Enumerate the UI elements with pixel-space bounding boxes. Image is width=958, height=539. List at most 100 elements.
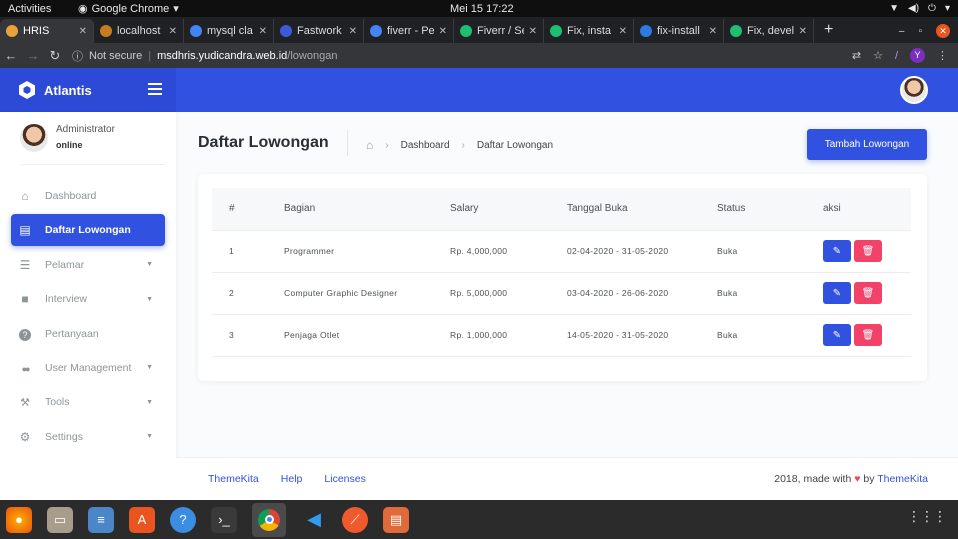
browser-tab[interactable]: localhost ✕	[94, 19, 184, 43]
footer-link-help[interactable]: Help	[281, 473, 303, 485]
chrome-icon[interactable]	[252, 502, 286, 537]
close-tab-icon[interactable]: ✕	[349, 26, 357, 37]
divider	[347, 130, 348, 156]
browser-tab[interactable]: HRIS ✕	[0, 19, 94, 43]
sidebar-user[interactable]: Administrator online	[20, 124, 115, 152]
delete-button[interactable]: 🗑	[854, 324, 882, 346]
table-cell: Rp. 5,000,000	[433, 272, 550, 315]
favicon-icon	[640, 25, 652, 37]
close-tab-icon[interactable]: ✕	[799, 26, 807, 37]
back-icon[interactable]: ←	[0, 48, 22, 63]
security-label: Not secure	[89, 49, 143, 62]
sidebar: Administrator online ⌂ Dashboard ▤ Dafta…	[0, 112, 176, 500]
edit-button[interactable]: ✎	[823, 282, 851, 304]
sidebar-item-settings[interactable]: ⚙ Settings ▼	[11, 421, 165, 453]
trash-icon: 🗑	[861, 287, 875, 299]
browser-tab[interactable]: Fastwork ✕	[274, 19, 364, 43]
vacancy-table-card: # Bagian Salary Tanggal Buka Status aksi 1 Pro…	[198, 174, 927, 381]
compass-icon[interactable]: ⟋	[342, 506, 368, 533]
edit-button[interactable]: ✎	[823, 240, 851, 262]
avatar	[20, 124, 48, 152]
delete-button[interactable]: 🗑	[854, 282, 882, 304]
close-tab-icon[interactable]: ✕	[619, 26, 627, 37]
favicon-icon	[280, 25, 292, 37]
footer-link-licenses[interactable]: Licenses	[324, 473, 365, 485]
system-top-bar: Activities ◉ Google Chrome ▾ Mei 15 17:2…	[0, 0, 958, 17]
url-field[interactable]: ⓘ Not secure | msdhris.yudicandra.web.id…	[72, 48, 337, 64]
close-tab-icon[interactable]: ✕	[169, 26, 177, 37]
clock[interactable]: Mei 15 17:22	[450, 3, 514, 15]
app-menu[interactable]: ◉ Google Chrome ▾	[78, 2, 179, 16]
sidebar-item-interview[interactable]: ■ Interview ▼	[11, 283, 165, 315]
wifi-icon: ▼	[889, 3, 900, 14]
bookmark-star-icon[interactable]: ☆	[873, 49, 883, 62]
menu-dots-icon[interactable]: ⋮	[937, 49, 948, 62]
forward-icon[interactable]: →	[22, 48, 44, 63]
home-icon[interactable]: ⌂	[366, 138, 373, 152]
breadcrumb-item[interactable]: Dashboard	[401, 140, 450, 151]
credit-text: 2018, made with	[774, 473, 852, 485]
edit-icon: ✎	[832, 245, 842, 257]
sidebar-item-tools[interactable]: ⚒ Tools ▼	[11, 386, 165, 418]
close-tab-icon[interactable]: ✕	[79, 26, 87, 37]
minimize-icon[interactable]: –	[899, 26, 905, 37]
profile-avatar[interactable]: Y	[910, 48, 925, 63]
hamburger-menu-icon[interactable]	[148, 83, 162, 95]
help-icon[interactable]: ?	[170, 506, 196, 533]
browser-tab[interactable]: Fix, insta ✕	[544, 19, 634, 43]
header-user-avatar[interactable]	[900, 76, 928, 104]
add-vacancy-button[interactable]: Tambah Lowongan	[807, 129, 927, 160]
sidebar-item-pertanyaan[interactable]: ? Pertanyaan	[11, 318, 165, 350]
list-alt-icon: ☰	[19, 257, 31, 272]
software-center-icon[interactable]: A	[129, 506, 155, 533]
browser-tab[interactable]: mysql cla ✕	[184, 19, 274, 43]
close-window-icon[interactable]: ✕	[936, 24, 950, 38]
close-tab-icon[interactable]: ✕	[709, 26, 717, 37]
square-icon: ■	[21, 292, 29, 307]
extension-pen-icon[interactable]: /	[895, 50, 898, 62]
new-tab-button[interactable]: +	[814, 21, 843, 43]
edit-icon: ✎	[832, 287, 842, 299]
files-icon[interactable]: ▭	[47, 506, 73, 533]
browser-tab[interactable]: Fix, devel ✕	[724, 19, 814, 43]
sidebar-item-label: Daftar Lowongan	[45, 224, 131, 237]
show-applications-icon[interactable]: ⋮⋮⋮	[907, 508, 947, 525]
text-editor-icon[interactable]: ≡	[88, 506, 114, 533]
edit-button[interactable]: ✎	[823, 324, 851, 346]
close-tab-icon[interactable]: ✕	[439, 26, 447, 37]
activities-button[interactable]: Activities	[8, 3, 51, 15]
browser-tab[interactable]: Fiverr / Se ✕	[454, 19, 544, 43]
close-tab-icon[interactable]: ✕	[259, 26, 267, 37]
vscode-icon[interactable]: ◀	[301, 507, 327, 533]
sidebar-item-pelamar[interactable]: ☰ Pelamar ▼	[11, 249, 165, 281]
action-cell: ✎ 🗑	[806, 272, 911, 315]
caret-down-icon: ▼	[146, 261, 153, 269]
delete-button[interactable]: 🗑	[854, 240, 882, 262]
credit-brand-link[interactable]: ThemeKita	[877, 473, 928, 485]
translate-icon[interactable]: ⇄	[852, 49, 861, 62]
edit-icon: ✎	[832, 329, 842, 341]
web-page: Atlantis Administrator online ⌂ Dashboar…	[0, 68, 958, 500]
footer-link-themekita[interactable]: ThemeKita	[208, 473, 259, 485]
browser-tab[interactable]: fix-install ✕	[634, 19, 724, 43]
restore-icon[interactable]: ▫	[918, 26, 922, 37]
heart-icon: ♥	[854, 473, 861, 485]
sidebar-item-daftar-lowongan[interactable]: ▤ Daftar Lowongan	[11, 214, 165, 247]
browser-tab[interactable]: fiverr - Pe ✕	[364, 19, 454, 43]
sidebar-item-dashboard[interactable]: ⌂ Dashboard	[11, 180, 165, 212]
close-tab-icon[interactable]: ✕	[529, 26, 537, 37]
table-header-row: # Bagian Salary Tanggal Buka Status aksi	[212, 188, 911, 231]
table-cell: 2	[212, 272, 267, 315]
sidebar-item-user-management[interactable]: ●● User Management ▼	[11, 352, 165, 384]
table-cell: 03-04-2020 - 26-06-2020	[550, 272, 700, 315]
document-viewer-icon[interactable]: ▤	[383, 506, 409, 533]
terminal-icon[interactable]: ›_	[211, 506, 237, 533]
tab-title: mysql cla	[207, 25, 253, 37]
reload-icon[interactable]: ↻	[44, 48, 66, 64]
firefox-icon[interactable]: ●	[6, 506, 32, 533]
sidebar-item-label: Tools	[45, 396, 70, 409]
system-tray[interactable]: ▼ ◀) ⏻ ▾	[889, 3, 950, 14]
tab-title: localhost	[117, 25, 161, 37]
power-icon: ⏻	[928, 3, 936, 14]
chevron-right-icon: ›	[461, 139, 465, 151]
